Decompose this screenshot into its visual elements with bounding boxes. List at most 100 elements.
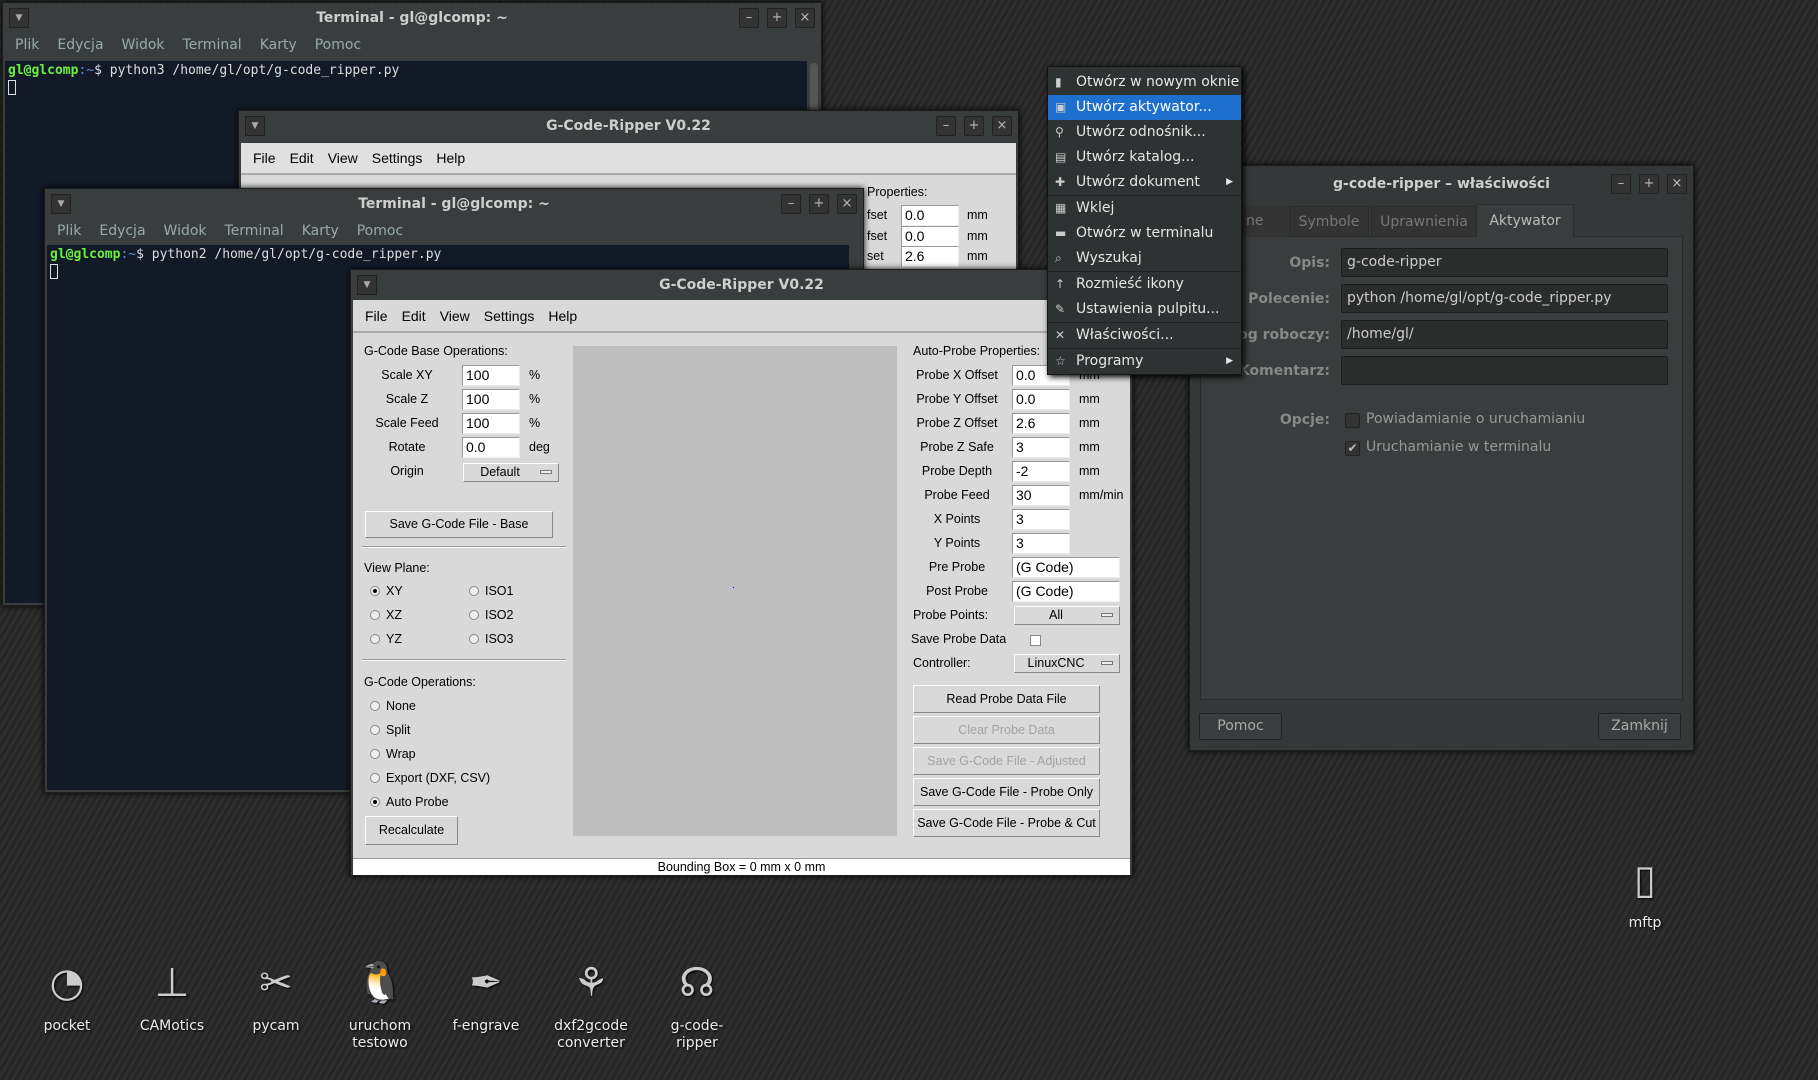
- scale-feed-input[interactable]: 100: [462, 413, 520, 434]
- radio-iso1[interactable]: ISO1: [469, 584, 514, 598]
- desktop-icon[interactable]: ✒ f-engrave: [441, 958, 531, 1035]
- menu-terminal[interactable]: Terminal: [225, 223, 284, 239]
- probe-row-input[interactable]: 0.0: [1012, 389, 1070, 410]
- scale-z-input[interactable]: 100: [462, 389, 520, 410]
- polecenie-input[interactable]: python /home/gl/opt/g-code_ripper.py: [1341, 284, 1668, 313]
- probe-x-offset-input[interactable]: 0.0: [901, 205, 959, 226]
- context-menu-item[interactable]: ✎ Ustawienia pulpitu...: [1048, 297, 1241, 322]
- menu-pomoc[interactable]: Pomoc: [315, 37, 361, 53]
- tab-aktywator[interactable]: Aktywator: [1476, 204, 1574, 237]
- menu-widok[interactable]: Widok: [122, 37, 165, 53]
- close-dialog-button[interactable]: Zamknij: [1598, 713, 1681, 740]
- probe-row-input[interactable]: 3: [1012, 509, 1070, 530]
- radio-xz[interactable]: XZ: [370, 608, 402, 622]
- recalculate-button[interactable]: Recalculate: [365, 816, 458, 845]
- maximize-button[interactable]: +: [964, 116, 984, 136]
- menu-file[interactable]: File: [253, 150, 276, 166]
- radio-split[interactable]: Split: [370, 723, 410, 737]
- rotate-input[interactable]: 0.0: [462, 437, 520, 458]
- menu-karty[interactable]: Karty: [260, 37, 297, 53]
- desktop-icon[interactable]: 🐧 uruchom testowo: [335, 958, 425, 1052]
- menu-widok[interactable]: Widok: [164, 223, 207, 239]
- notify-checkbox[interactable]: [1345, 413, 1360, 428]
- scale-xy-input[interactable]: 100: [462, 365, 520, 386]
- save-gcode-probe-only-button[interactable]: Save G-Code File - Probe Only: [913, 778, 1100, 806]
- probe-z-offset-input[interactable]: 2.6: [901, 246, 959, 267]
- close-button[interactable]: ×: [1667, 174, 1687, 194]
- maximize-button[interactable]: +: [767, 8, 787, 28]
- probe-y-offset-input[interactable]: 0.0: [901, 226, 959, 247]
- minimize-button[interactable]: –: [1611, 174, 1631, 194]
- save-gcode-base-button[interactable]: Save G-Code File - Base: [365, 511, 553, 538]
- radio-yz[interactable]: YZ: [370, 632, 402, 646]
- maximize-button[interactable]: +: [809, 194, 829, 214]
- desktop-icon[interactable]: ◔ pocket: [22, 958, 112, 1035]
- save-gcode-adjusted-button[interactable]: Save G-Code File - Adjusted: [913, 747, 1100, 775]
- pre-probe-input[interactable]: (G Code): [1012, 557, 1120, 578]
- close-button[interactable]: ×: [795, 8, 815, 28]
- read-probe-data-button[interactable]: Read Probe Data File: [913, 685, 1100, 713]
- menu-settings[interactable]: Settings: [372, 150, 423, 166]
- save-probe-data-checkbox[interactable]: [1030, 635, 1041, 646]
- context-menu-item[interactable]: ✚ Utwórz dokument ▶: [1048, 170, 1241, 195]
- probe-row-input[interactable]: 30: [1012, 485, 1070, 506]
- gcode-ripper-window[interactable]: ▼ G-Code-Ripper V0.22 File Edit View Settin…: [350, 269, 1133, 876]
- context-menu-item[interactable]: ▬ Otwórz w terminalu: [1048, 221, 1241, 246]
- desktop-icon[interactable]: ▯ mftp: [1600, 855, 1690, 932]
- context-menu-item[interactable]: ▤ Utwórz katalog...: [1048, 145, 1241, 170]
- desktop-icon[interactable]: ✂ pycam: [231, 958, 321, 1035]
- komentarz-input[interactable]: [1341, 356, 1668, 385]
- close-button[interactable]: ×: [837, 194, 857, 214]
- radio-auto-probe[interactable]: Auto Probe: [370, 795, 449, 809]
- minimize-button[interactable]: –: [936, 116, 956, 136]
- menu-help[interactable]: Help: [436, 150, 465, 166]
- probe-row-input[interactable]: 2.6: [1012, 413, 1070, 434]
- context-menu-item[interactable]: ▦ Wklej: [1048, 196, 1241, 221]
- context-menu-item[interactable]: ⌕ Wyszukaj: [1048, 246, 1241, 271]
- clear-probe-data-button[interactable]: Clear Probe Data: [913, 716, 1100, 744]
- desktop-icon[interactable]: ⊥ CAMotics: [127, 958, 217, 1035]
- working-dir-input[interactable]: /home/gl/: [1341, 320, 1668, 349]
- context-menu-item[interactable]: ▮ Otwórz w nowym oknie: [1048, 70, 1241, 95]
- menu-plik[interactable]: Plik: [15, 37, 39, 53]
- menu-pomoc[interactable]: Pomoc: [357, 223, 403, 239]
- menu-karty[interactable]: Karty: [302, 223, 339, 239]
- post-probe-input[interactable]: (G Code): [1012, 581, 1120, 602]
- tab-symbole[interactable]: Symbole: [1289, 206, 1369, 237]
- minimize-button[interactable]: –: [781, 194, 801, 214]
- context-menu-item[interactable]: ☆ Programy ▶: [1048, 349, 1241, 374]
- radio-xy[interactable]: XY: [370, 584, 403, 598]
- preview-canvas[interactable]: [573, 346, 897, 836]
- desktop-icon[interactable]: ☊ g-code-ripper: [652, 958, 742, 1052]
- probe-row-input[interactable]: 3: [1012, 437, 1070, 458]
- radio-none[interactable]: None: [370, 699, 416, 713]
- help-button[interactable]: Pomoc: [1199, 713, 1282, 740]
- probe-row-input[interactable]: -2: [1012, 461, 1070, 482]
- menu-plik[interactable]: Plik: [57, 223, 81, 239]
- context-menu-item[interactable]: ⚲ Utwórz odnośnik...: [1048, 120, 1241, 145]
- radio-iso2[interactable]: ISO2: [469, 608, 514, 622]
- menu-edycja[interactable]: Edycja: [57, 37, 103, 53]
- context-menu-item[interactable]: ✕ Właściwości...: [1048, 323, 1241, 348]
- radio-iso3[interactable]: ISO3: [469, 632, 514, 646]
- menu-terminal[interactable]: Terminal: [183, 37, 242, 53]
- tab-uprawnienia[interactable]: Uprawnienia: [1371, 206, 1477, 237]
- origin-dropdown[interactable]: Default: [463, 463, 559, 482]
- controller-dropdown[interactable]: LinuxCNC: [1014, 654, 1120, 673]
- close-button[interactable]: ×: [992, 116, 1012, 136]
- menu-edycja[interactable]: Edycja: [99, 223, 145, 239]
- tab-general[interactable]: ne: [1240, 206, 1288, 237]
- opis-input[interactable]: g-code-ripper: [1341, 248, 1668, 277]
- desktop-icon[interactable]: ⚘ dxf2gcode converter: [546, 958, 636, 1052]
- maximize-button[interactable]: +: [1639, 174, 1659, 194]
- radio-export[interactable]: Export (DXF, CSV): [370, 771, 490, 785]
- context-menu-item[interactable]: ▣ Utwórz aktywator...: [1048, 95, 1241, 120]
- run-in-terminal-checkbox[interactable]: ✔: [1345, 441, 1360, 456]
- radio-wrap[interactable]: Wrap: [370, 747, 416, 761]
- save-gcode-probe-cut-button[interactable]: Save G-Code File - Probe & Cut: [913, 809, 1100, 837]
- context-menu-item[interactable]: ↑ Rozmieść ikony: [1048, 272, 1241, 297]
- menu-edit[interactable]: Edit: [290, 150, 314, 166]
- probe-row-input[interactable]: 3: [1012, 533, 1070, 554]
- probe-points-dropdown[interactable]: All: [1014, 606, 1120, 625]
- menu-view[interactable]: View: [328, 150, 358, 166]
